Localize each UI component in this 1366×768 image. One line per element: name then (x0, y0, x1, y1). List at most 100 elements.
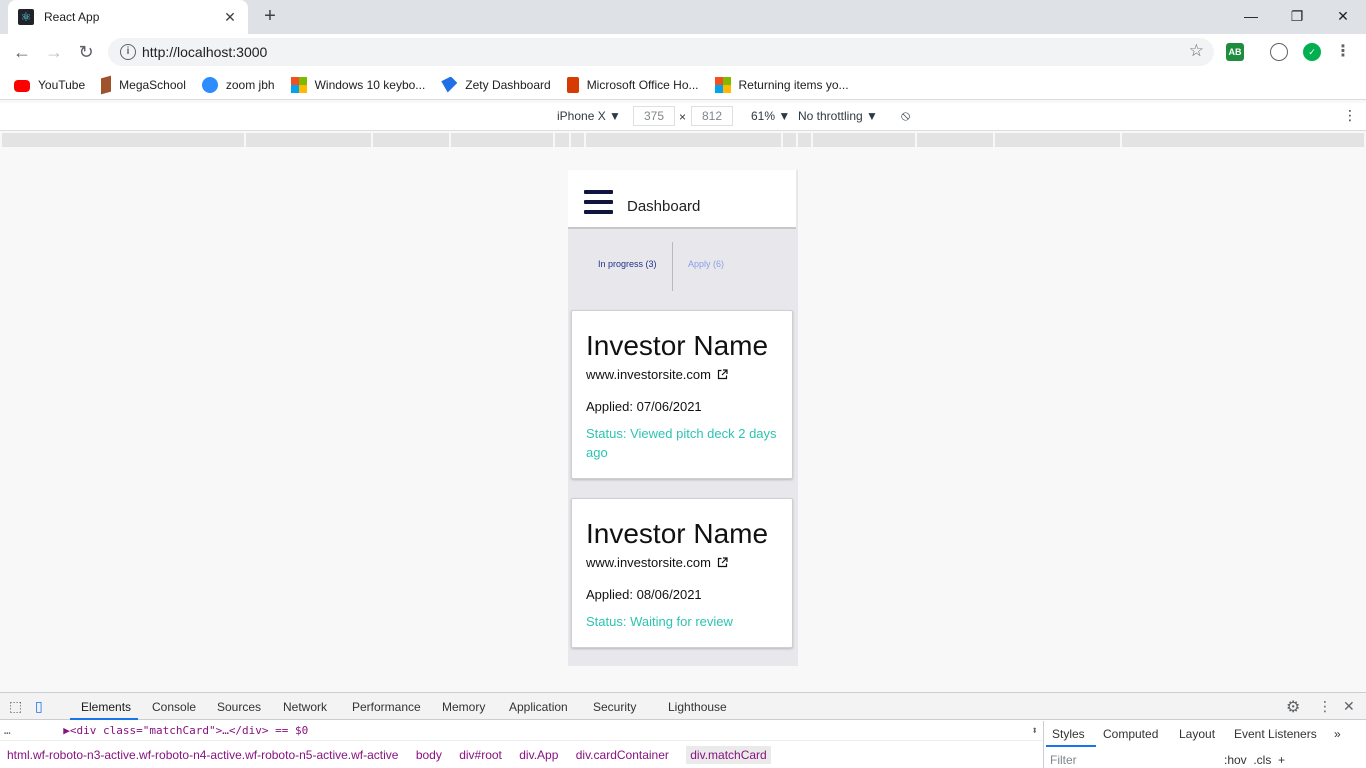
crumb-match-card[interactable]: div.matchCard (686, 746, 771, 764)
app-header: Dashboard (568, 170, 796, 229)
new-tab-button[interactable]: + (260, 6, 280, 26)
tab-console[interactable]: Console (152, 700, 196, 714)
dimension-times: × (679, 110, 687, 124)
adblock-extension-icon[interactable]: AB (1226, 43, 1244, 61)
device-height-input[interactable]: 812 (691, 106, 733, 126)
bookmark-zoom[interactable]: zoom jbh (201, 76, 275, 93)
active-tab-indicator (70, 718, 138, 720)
status-text: Status: Waiting for review (586, 614, 733, 629)
investor-site[interactable]: www.investorsite.com (586, 555, 778, 570)
back-icon[interactable]: ← (10, 40, 34, 64)
tab-event-listeners[interactable]: Event Listeners (1234, 727, 1317, 741)
match-card[interactable]: Investor Name www.investorsite.com Appli… (571, 498, 793, 648)
ruler-segment[interactable] (917, 133, 993, 147)
dom-node-text[interactable]: ▶<div class="matchCard">…</div> == $0 (63, 724, 308, 737)
external-link-icon[interactable] (717, 557, 728, 568)
more-tabs-icon[interactable]: » (1334, 727, 1341, 741)
tab-application[interactable]: Application (509, 700, 568, 714)
zety-icon (441, 76, 458, 93)
device-toggle-icon[interactable]: ▯ (35, 698, 43, 715)
hamburger-menu-icon[interactable] (584, 190, 613, 214)
crumb-body[interactable]: body (416, 748, 442, 762)
address-bar[interactable]: i http://localhost:3000 ☆ (108, 38, 1214, 66)
crumb-root[interactable]: div#root (459, 748, 502, 762)
url-text[interactable]: http://localhost:3000 (142, 38, 267, 66)
ruler-segment[interactable] (555, 133, 569, 147)
tab-styles[interactable]: Styles (1052, 727, 1085, 741)
bookmark-windows-keyboard[interactable]: Windows 10 keybo... (290, 76, 426, 93)
ruler-segment[interactable] (586, 133, 781, 147)
ruler-segment[interactable] (451, 133, 553, 147)
info-icon[interactable]: i (120, 44, 136, 60)
bookmark-office[interactable]: Microsoft Office Ho... (566, 76, 699, 93)
ruler-segment[interactable] (798, 133, 811, 147)
bookmark-returning-items[interactable]: Returning items yo... (714, 76, 849, 93)
page-title: Dashboard (627, 198, 701, 215)
browser-menu-icon[interactable]: ⋮ (1334, 43, 1352, 61)
ruler-segment[interactable] (373, 133, 449, 147)
device-width-input[interactable]: 375 (633, 106, 675, 126)
bookmark-zety[interactable]: Zety Dashboard (441, 76, 551, 93)
settings-gear-icon[interactable]: ⚙ (1286, 697, 1300, 717)
ruler-segment[interactable] (2, 133, 244, 147)
status-text: Status: Viewed pitch deck 2 days ago (586, 426, 777, 460)
ruler-segment[interactable] (246, 133, 371, 147)
tab-sources[interactable]: Sources (217, 700, 261, 714)
bookmark-star-icon[interactable]: ☆ (1189, 41, 1204, 61)
device-toolbar-menu-icon[interactable]: ⋮ (1343, 107, 1357, 124)
forward-icon[interactable]: → (42, 40, 66, 64)
inspect-element-icon[interactable]: ⬚ (9, 698, 22, 715)
investor-site-link[interactable]: www.investorsite.com (586, 367, 711, 382)
tab-security[interactable]: Security (593, 700, 636, 714)
devtools-menu-icon[interactable]: ⋮ (1318, 698, 1332, 715)
device-viewport: Dashboard In progress (3) Apply (6) Inve… (568, 170, 798, 666)
crumb-html[interactable]: html.wf-roboto-n3-active.wf-roboto-n4-ac… (7, 748, 398, 762)
ruler-segment[interactable] (813, 133, 915, 147)
ruler-segment[interactable] (1122, 133, 1364, 147)
tab-elements[interactable]: Elements (81, 700, 131, 714)
styles-filter-tools[interactable]: :hov .cls + (1224, 753, 1285, 767)
applied-date: Applied: 08/06/2021 (586, 587, 702, 602)
tab-apply[interactable]: Apply (6) (688, 258, 748, 270)
tab-lighthouse[interactable]: Lighthouse (668, 700, 727, 714)
ruler-segment[interactable] (995, 133, 1120, 147)
bookmark-megaschool[interactable]: MegaSchool (101, 75, 186, 94)
tab-memory[interactable]: Memory (442, 700, 485, 714)
throttling-select[interactable]: No throttling ▼ (798, 109, 878, 123)
zoom-select[interactable]: 61% ▼ (751, 109, 790, 123)
crumb-app[interactable]: div.App (519, 748, 558, 762)
styles-filter-input[interactable]: Filter (1050, 753, 1077, 767)
browser-tab[interactable]: ⚛ React App ✕ (8, 0, 248, 34)
close-icon[interactable]: ✕ (222, 9, 238, 26)
megaschool-icon (101, 75, 112, 94)
reload-icon[interactable]: ↻ (74, 40, 98, 64)
rotate-icon[interactable]: ⦸ (901, 107, 910, 124)
external-link-icon[interactable] (717, 369, 728, 380)
tab-layout[interactable]: Layout (1179, 727, 1215, 741)
bookmark-youtube[interactable]: YouTube (14, 78, 85, 92)
investor-site-link[interactable]: www.investorsite.com (586, 555, 711, 570)
tab-performance[interactable]: Performance (352, 700, 421, 714)
scroll-arrows-icon[interactable]: ⬍ (1031, 721, 1038, 741)
devtools-close-icon[interactable]: ✕ (1343, 698, 1355, 715)
tab-in-progress[interactable]: In progress (3) (598, 258, 658, 270)
window-close-button[interactable]: ✕ (1320, 4, 1366, 28)
minimize-button[interactable]: — (1228, 4, 1274, 28)
media-query-ruler (0, 131, 1366, 149)
ruler-segment[interactable] (783, 133, 796, 147)
tab-computed[interactable]: Computed (1103, 727, 1158, 741)
crumb-card-container[interactable]: div.cardContainer (576, 748, 669, 762)
windows-icon (714, 76, 731, 93)
match-card[interactable]: Investor Name www.investorsite.com Appli… (571, 310, 793, 479)
ruler-segment[interactable] (571, 133, 584, 147)
bookmark-label: YouTube (38, 77, 86, 92)
restore-button[interactable]: ❐ (1274, 4, 1320, 28)
profile-icon[interactable] (1270, 43, 1288, 61)
bookmark-label: Windows 10 keybo... (314, 77, 426, 92)
device-select[interactable]: iPhone X ▼ (557, 109, 621, 123)
tab-network[interactable]: Network (283, 700, 327, 714)
office-icon (566, 76, 579, 93)
investor-site[interactable]: www.investorsite.com (586, 367, 778, 382)
dom-tree-selected-node[interactable]: … ▶<div class="matchCard">…</div> == $0 … (0, 721, 1042, 741)
shield-extension-icon[interactable]: ✓ (1303, 43, 1321, 61)
